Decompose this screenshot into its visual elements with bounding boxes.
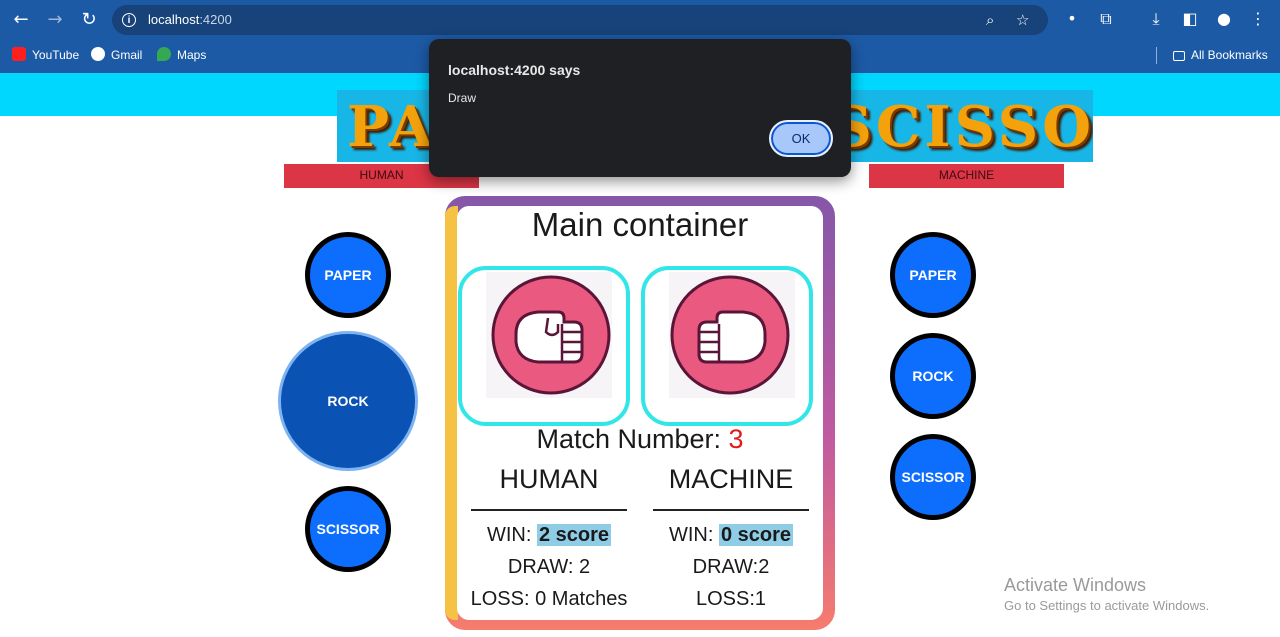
alert-dialog: localhost:4200 says Draw OK	[429, 39, 851, 177]
alert-title: localhost:4200 says	[448, 62, 581, 78]
bookmark-youtube[interactable]: YouTube	[12, 47, 79, 63]
machine-score-heading: MACHINE	[668, 464, 794, 494]
machine-loss-stat: LOSS:1	[695, 588, 767, 610]
win-label: WIN:	[668, 524, 719, 546]
bookmark-label: Maps	[177, 48, 207, 62]
address-bar[interactable]: i localhost:4200 ⌕ ☆	[112, 5, 1048, 35]
human-scissor-button[interactable]: SCISSOR	[305, 486, 391, 572]
activate-windows-subtitle: Go to Settings to activate Windows.	[1004, 598, 1210, 613]
side-panel-icon[interactable]: ◧	[1180, 9, 1200, 29]
back-icon[interactable]: ←	[9, 8, 33, 32]
bookmark-star-icon[interactable]: ☆	[1016, 11, 1029, 29]
folder-icon	[1173, 51, 1185, 61]
all-bookmarks-label: All Bookmarks	[1191, 48, 1268, 62]
alert-message: Draw	[448, 91, 477, 105]
machine-draw-stat: DRAW:2	[692, 556, 770, 578]
human-paper-button[interactable]: PAPER	[305, 232, 391, 318]
url-text[interactable]: localhost:4200	[148, 12, 232, 27]
reload-icon[interactable]: ↻	[77, 8, 101, 32]
machine-paper-button[interactable]: PAPER	[890, 232, 976, 318]
main-container-title: Main container	[531, 206, 749, 243]
machine-score-divider	[653, 509, 809, 511]
human-draw-stat: DRAW: 2	[507, 556, 591, 578]
human-win-value: 2 score	[536, 524, 612, 546]
extensions-icon[interactable]: ⧉	[1096, 9, 1116, 29]
human-score-heading: HUMAN	[499, 464, 599, 494]
browser-toolbar: ← → ↻ i localhost:4200 ⌕ ☆ • ⧉ ⤓ ◧ ● ⋮	[0, 0, 1280, 39]
human-score-divider	[471, 509, 627, 511]
activate-windows-title: Activate Windows	[1004, 575, 1147, 595]
rock-fist-icon	[486, 272, 612, 398]
win-label: WIN:	[486, 524, 537, 546]
download-icon[interactable]: ⤓	[1146, 9, 1166, 29]
machine-scissor-button[interactable]: SCISSOR	[890, 434, 976, 520]
youtube-icon	[12, 47, 26, 61]
rock-fist-icon	[669, 272, 795, 398]
alert-ok-button[interactable]: OK	[769, 120, 833, 157]
menu-icon[interactable]: ⋮	[1248, 9, 1268, 29]
profile-icon[interactable]: ●	[1214, 9, 1234, 29]
bookmark-label: YouTube	[32, 48, 80, 62]
bookmark-label: Gmail	[111, 48, 143, 62]
bookmarks-divider	[1156, 47, 1157, 64]
bookmark-gmail[interactable]: Gmail	[91, 47, 142, 63]
main-container-body: Main container Match Number: 3 HUMAN MAC…	[457, 206, 823, 620]
zoom-icon[interactable]: ⌕	[986, 11, 994, 29]
match-number: Match Number: 3	[457, 424, 823, 455]
machine-rock-button[interactable]: ROCK	[890, 333, 976, 419]
machine-label: MACHINE	[869, 164, 1064, 188]
extension-dot-icon[interactable]: •	[1062, 9, 1082, 29]
human-win-stat: WIN: 2 score	[459, 524, 639, 547]
all-bookmarks[interactable]: All Bookmarks	[1173, 47, 1268, 63]
human-loss-stat: LOSS: 0 Matches	[470, 588, 628, 610]
machine-pick-card	[641, 266, 813, 426]
bookmark-maps[interactable]: Maps	[157, 47, 206, 63]
site-info-icon[interactable]: i	[122, 13, 136, 27]
machine-win-stat: WIN: 0 score	[641, 524, 821, 547]
human-rock-button[interactable]: ROCK	[278, 331, 418, 471]
url-host: localhost	[148, 12, 200, 27]
forward-icon[interactable]: →	[43, 8, 67, 32]
match-number-value: 3	[728, 424, 744, 454]
main-container: Main container Match Number: 3 HUMAN MAC…	[445, 196, 835, 630]
url-port: :4200	[199, 12, 232, 27]
google-icon	[91, 47, 105, 61]
match-number-label: Match Number:	[536, 424, 729, 454]
maps-icon	[157, 47, 171, 61]
human-pick-card	[458, 266, 630, 426]
machine-win-value: 0 score	[718, 524, 794, 546]
